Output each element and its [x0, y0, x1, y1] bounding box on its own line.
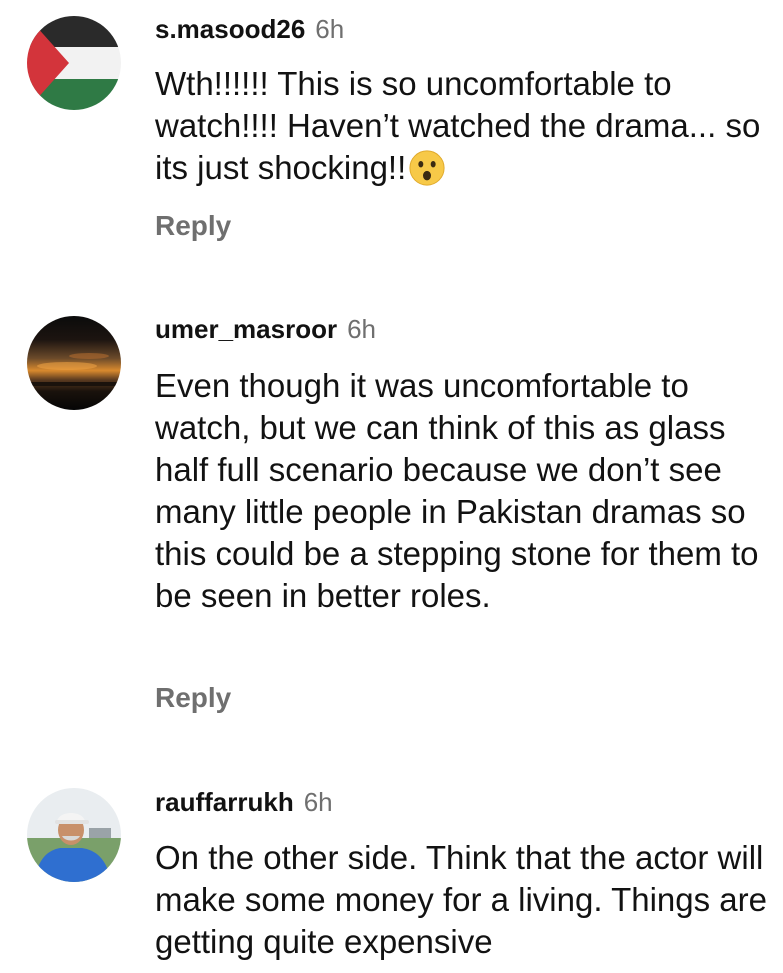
timestamp: 6h [347, 314, 376, 344]
timestamp: 6h [303, 787, 333, 817]
comment-1: s.masood26 6h Wth!!!!!! This is so uncomf… [0, 0, 783, 270]
username[interactable]: umer_masroor [155, 314, 337, 344]
sunset-photo-icon [27, 316, 121, 410]
man-in-cap-avatar[interactable] [27, 788, 121, 882]
username[interactable]: rauffarrukh [155, 787, 294, 817]
reply-button[interactable]: Reply [155, 210, 231, 242]
comment-body: Wth!!!!!! This is so uncomfortable to wa… [155, 65, 761, 186]
palestine-flag-icon [27, 16, 121, 110]
username[interactable]: s.masood26 [155, 14, 305, 44]
comment-text: Wth!!!!!! This is so uncomfortable to wa… [155, 63, 775, 189]
comment-meta: rauffarrukh 6h [155, 787, 333, 817]
palestine-flag-avatar[interactable] [27, 16, 121, 110]
comment-3: rauffarrukh 6h On the other side. Think t… [0, 770, 783, 973]
sunset-avatar[interactable] [27, 316, 121, 410]
comment-text: On the other side. Think that the actor … [155, 839, 767, 960]
man-in-cap-photo-icon [27, 788, 121, 882]
comment-meta: s.masood26 6h [155, 14, 344, 44]
timestamp: 6h [315, 14, 345, 44]
comment-2: umer_masroor 6h Even though it was uncomf… [0, 300, 783, 740]
comment-meta: umer_masroor 6h [155, 314, 376, 344]
comment-text: Even though it was uncomfortable to watc… [155, 367, 759, 614]
hushed-face-emoji-icon [409, 150, 445, 186]
reply-button[interactable]: Reply [155, 682, 231, 714]
